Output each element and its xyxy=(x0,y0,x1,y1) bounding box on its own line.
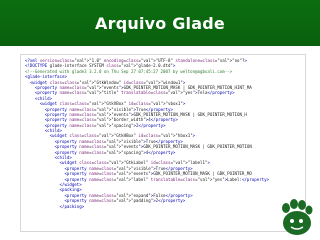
slide-title: Arquivo Glade xyxy=(95,13,225,33)
code-line: </packing> xyxy=(59,203,85,209)
title-bar: Arquivo Glade xyxy=(0,0,320,46)
gnome-foot-mascot-icon xyxy=(282,199,313,235)
slide: Arquivo Glade <?xml version=class="val">… xyxy=(0,0,320,240)
code-listing: <?xml version=class="val">"1.0" encoding… xyxy=(20,54,306,232)
